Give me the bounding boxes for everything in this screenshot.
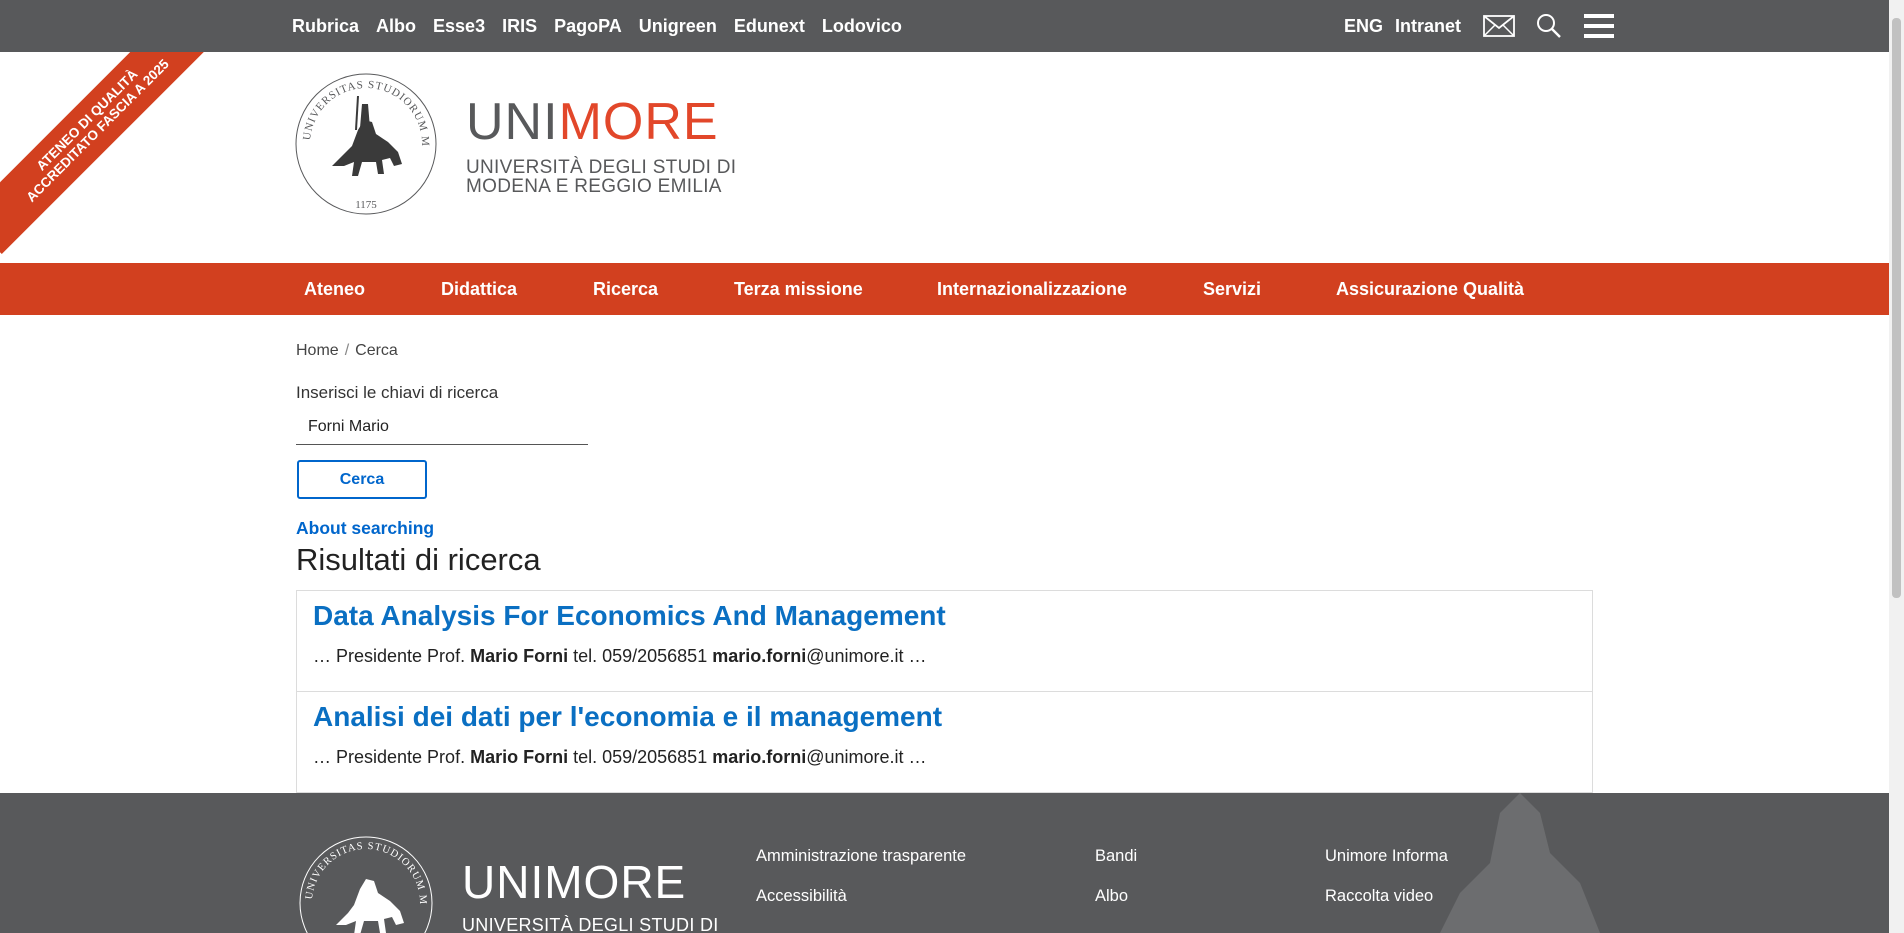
university-seal-logo[interactable]: UNIVERSITAS STUDIORUM MUTINENSIS ET REGI… [288, 61, 440, 223]
page: Rubrica Albo Esse3 IRIS PagoPA Unigreen … [0, 0, 1904, 933]
snippet-text: @unimore.it … [806, 646, 927, 666]
brand-name-uni: UNI [466, 93, 559, 151]
mail-icon[interactable] [1479, 6, 1519, 46]
top-link-pagopa[interactable]: PagoPA [554, 16, 622, 37]
intranet-link[interactable]: Intranet [1395, 16, 1461, 37]
top-link-edunext[interactable]: Edunext [734, 16, 805, 37]
scrollbar-thumb[interactable] [1892, 18, 1901, 598]
top-link-lodovico[interactable]: Lodovico [822, 16, 902, 37]
language-switch[interactable]: ENG [1344, 16, 1383, 37]
seal-year: 1175 [355, 199, 377, 211]
nav-item-internazionalizzazione[interactable]: Internazionalizzazione [937, 263, 1127, 315]
results-list: Data Analysis For Economics And Manageme… [296, 590, 1593, 793]
top-right-actions: ENG Intranet [1344, 0, 1619, 52]
top-links: Rubrica Albo Esse3 IRIS PagoPA Unigreen … [292, 0, 902, 52]
snippet-text: … Presidente Prof. [313, 646, 471, 666]
top-link-albo[interactable]: Albo [376, 16, 416, 37]
footer-brand-name: UNIMORE [462, 856, 687, 908]
result-item: Data Analysis For Economics And Manageme… [297, 591, 1592, 692]
footer-seal-logo[interactable]: UNIVERSITAS STUDIORUM MUTINENSIS ET REGI… [292, 825, 436, 933]
about-searching-link[interactable]: About searching [296, 518, 434, 539]
search-label: Inserisci le chiavi di ricerca [296, 383, 499, 402]
top-link-iris[interactable]: IRIS [502, 16, 537, 37]
footer-link-raccolta-video[interactable]: Raccolta video [1325, 887, 1448, 927]
breadcrumb-current: Cerca [355, 342, 398, 359]
footer-link-bandi[interactable]: Bandi [1095, 847, 1137, 887]
breadcrumb-separator: / [344, 342, 350, 359]
result-snippet: … Presidente Prof. Mario Forni tel. 059/… [313, 746, 1576, 768]
nav-item-assicurazione-qualita[interactable]: Assicurazione Qualità [1336, 263, 1524, 315]
site-footer: UNIVERSITAS STUDIORUM MUTINENSIS ET REGI… [0, 793, 1889, 933]
footer-link-accessibilita[interactable]: Accessibilità [756, 887, 966, 927]
result-title-link[interactable]: Analisi dei dati per l'economia e il man… [313, 700, 1576, 734]
brand-name-more: MORE [558, 93, 719, 151]
search-icon[interactable] [1529, 6, 1569, 46]
brand-name: UNIMORE [466, 96, 736, 148]
snippet-text: tel. 059/2056851 [568, 747, 713, 767]
breadcrumb: Home / Cerca [296, 342, 398, 360]
nav-item-ateneo[interactable]: Ateneo [304, 263, 365, 315]
nav-item-terza-missione[interactable]: Terza missione [734, 263, 863, 315]
ribbon-line-2: ACCREDITATO FASCIA A 2025 [23, 56, 172, 205]
footer-link-albo[interactable]: Albo [1095, 887, 1137, 927]
nav-item-didattica[interactable]: Didattica [441, 263, 517, 315]
snippet-highlight: Mario Forni [470, 646, 569, 666]
top-link-rubrica[interactable]: Rubrica [292, 16, 359, 37]
footer-brand-subtitle: UNIVERSITÀ DEGLI STUDI DI [462, 915, 719, 933]
results-heading: Risultati di ricerca [296, 542, 541, 577]
site-header: ATENEO DI QUALITÀ ACCREDITATO FASCIA A 2… [0, 52, 1889, 263]
result-snippet: … Presidente Prof. Mario Forni tel. 059/… [313, 645, 1576, 667]
quality-ribbon[interactable]: ATENEO DI QUALITÀ ACCREDITATO FASCIA A 2… [0, 52, 221, 254]
snippet-text: tel. 059/2056851 [568, 646, 713, 666]
nav-item-ricerca[interactable]: Ricerca [593, 263, 658, 315]
main-navigation: Ateneo Didattica Ricerca Terza missione … [0, 263, 1889, 315]
nav-item-servizi[interactable]: Servizi [1203, 263, 1261, 315]
top-link-esse3[interactable]: Esse3 [433, 16, 485, 37]
breadcrumb-home[interactable]: Home [296, 342, 339, 359]
snippet-text: … Presidente Prof. [313, 747, 471, 767]
result-item: Analisi dei dati per l'economia e il man… [297, 692, 1592, 793]
snippet-highlight: Mario Forni [470, 747, 569, 767]
footer-column-1: Amministrazione trasparente Accessibilit… [756, 847, 966, 927]
search-input[interactable] [296, 410, 588, 445]
brand-subtitle-1: UNIVERSITÀ DEGLI STUDI DI [466, 157, 737, 178]
snippet-text: @unimore.it … [806, 747, 927, 767]
top-link-unigreen[interactable]: Unigreen [639, 16, 717, 37]
footer-column-2: Bandi Albo [1095, 847, 1137, 927]
footer-link-unimore-informa[interactable]: Unimore Informa [1325, 847, 1448, 887]
menu-icon[interactable] [1579, 6, 1619, 46]
search-button[interactable]: Cerca [297, 460, 427, 499]
snippet-highlight: mario.forni [712, 646, 807, 666]
result-title-link[interactable]: Data Analysis For Economics And Manageme… [313, 599, 1576, 633]
footer-column-3: Unimore Informa Raccolta video [1325, 847, 1448, 927]
top-utility-bar: Rubrica Albo Esse3 IRIS PagoPA Unigreen … [0, 0, 1889, 52]
brand-subtitle-2: MODENA E REGGIO EMILIA [466, 176, 722, 197]
snippet-highlight: mario.forni [712, 747, 807, 767]
footer-brand[interactable]: UNIMORE UNIVERSITÀ DEGLI STUDI DI [462, 859, 719, 933]
brand-wordmark[interactable]: UNIMORE UNIVERSITÀ DEGLI STUDI DI MODENA… [466, 96, 736, 196]
footer-link-amministrazione-trasparente[interactable]: Amministrazione trasparente [756, 847, 966, 887]
page-scrollbar[interactable] [1889, 0, 1904, 933]
